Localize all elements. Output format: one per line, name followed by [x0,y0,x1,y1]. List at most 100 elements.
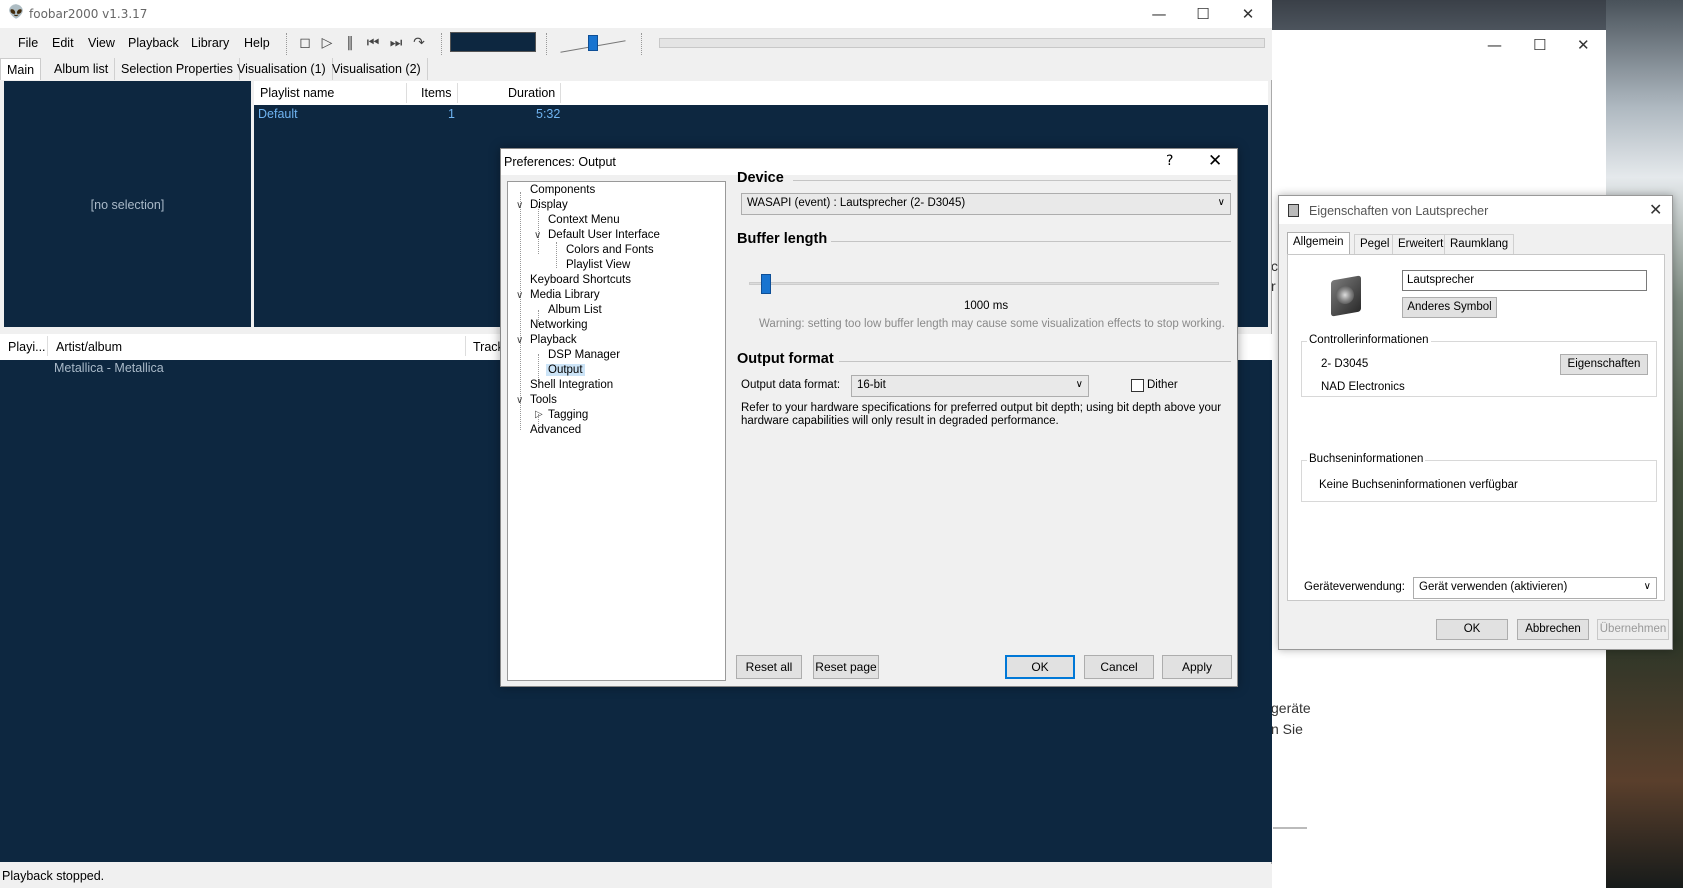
tree-item-default-user-interface[interactable]: Default User Interface [548,229,660,241]
menu-library[interactable]: Library [191,36,229,50]
tree-item-networking[interactable]: Networking [530,319,588,331]
toolbar-separator [641,33,642,55]
reset-page-button[interactable]: Reset page [813,655,879,679]
next-icon[interactable]: ⏭ [387,34,405,52]
group-row[interactable]: Metallica - Metallica [54,361,164,375]
status-bar: Playback stopped. [0,864,1272,888]
tab-raumklang[interactable]: Raumklang [1444,234,1515,255]
stop-icon[interactable]: ◻ [296,34,314,52]
tree-item-components[interactable]: Components [530,184,595,196]
column-artist-album[interactable]: Artist/album [56,340,122,354]
device-usage-label: Geräteverwendung: [1304,581,1406,593]
ok-button[interactable]: OK [1436,619,1508,640]
device-select[interactable]: WASAPI (event) : Lautsprecher (2- D3045)… [741,193,1231,215]
chevron-down-icon: ∨ [1217,197,1225,208]
menu-help[interactable]: Help [244,36,270,50]
chevron-down-icon[interactable]: ∨ [534,230,541,241]
chevron-down-icon[interactable]: ∨ [516,395,523,406]
device-usage-value: Gerät verwenden (aktivieren) [1419,581,1568,593]
menu-file[interactable]: File [18,36,38,50]
apply-button[interactable]: Übernehmen [1597,619,1669,640]
tree-item-display[interactable]: Display [530,199,568,211]
tree-item-shell-integration[interactable]: Shell Integration [530,379,613,391]
tab-erweitert[interactable]: Erweitert [1392,234,1450,255]
close-icon[interactable]: ✕ [1208,151,1222,171]
tree-item-context-menu[interactable]: Context Menu [548,214,620,226]
divider [831,241,1231,242]
tab-allgemein[interactable]: Allgemein [1287,232,1350,255]
tab-album-list[interactable]: Album list [48,58,116,80]
tab-selection-properties[interactable]: Selection Properties [115,58,240,80]
device-name-input[interactable]: Lautsprecher [1402,270,1647,291]
change-icon-button[interactable]: Anderes Symbol [1402,297,1497,318]
help-icon[interactable]: ? [1166,153,1173,169]
menu-playback[interactable]: Playback [128,36,179,50]
output-format-heading: Output format [737,351,834,367]
chevron-down-icon[interactable]: ∨ [516,200,523,211]
device-usage-select[interactable]: Gerät verwenden (aktivieren) ∨ [1413,577,1657,599]
divider [839,361,1231,362]
playlist-name-cell: Default [258,107,298,121]
apply-button[interactable]: Apply [1162,655,1232,679]
maximize-icon[interactable]: ☐ [1533,36,1546,54]
tab-visualisation-1[interactable]: Visualisation (1) [231,58,333,80]
tree-item-dsp-manager[interactable]: DSP Manager [548,349,620,361]
play-icon[interactable]: ▷ [318,34,336,52]
tab-main[interactable]: Main [0,58,42,80]
menu-view[interactable]: View [88,36,115,50]
menu-edit[interactable]: Edit [52,36,74,50]
toolbar-separator [441,33,442,55]
column-duration[interactable]: Duration [508,86,555,100]
column-playlist-name[interactable]: Playlist name [260,86,334,100]
chevron-down-icon[interactable]: ∨ [516,335,523,346]
jack-info-legend: Buchseninformationen [1307,453,1426,465]
maximize-icon[interactable]: ☐ [1188,4,1218,24]
minimize-icon[interactable]: — [1144,4,1174,24]
reset-all-button[interactable]: Reset all [736,655,802,679]
dither-checkbox[interactable] [1131,379,1144,392]
tab-pegel[interactable]: Pegel [1354,234,1396,255]
tab-visualisation-2[interactable]: Visualisation (2) [326,58,428,80]
window-title: foobar2000 v1.3.17 [29,7,148,21]
close-icon[interactable]: ✕ [1649,200,1662,219]
buffer-length-thumb[interactable] [761,274,771,294]
background-text: geräte [1271,700,1311,716]
column-items[interactable]: Items [421,86,452,100]
controller-properties-button[interactable]: Eigenschaften [1560,354,1648,375]
minimize-icon[interactable]: — [1487,36,1502,54]
tree-item-colors-and-fonts[interactable]: Colors and Fonts [566,244,654,256]
chevron-right-icon[interactable]: ▷ [535,409,543,420]
output-data-format-select[interactable]: 16-bit ∨ [851,375,1089,397]
volume-slider[interactable] [560,34,628,53]
toolbar-separator [546,33,547,55]
previous-icon[interactable]: ⏮ [364,34,382,52]
table-row[interactable]: Default 1 5:32 [254,105,1268,123]
seekbar[interactable] [659,38,1265,48]
foobar-logo-icon: 👽 [8,5,25,20]
cancel-button[interactable]: Abbrechen [1517,619,1589,640]
close-icon[interactable]: ✕ [1233,4,1263,24]
speaker-icon [1327,275,1365,317]
no-selection-label: [no selection] [90,198,165,212]
tree-item-output[interactable]: Output [546,364,585,376]
tree-item-tools[interactable]: Tools [530,394,557,406]
dialog-title-bar: Eigenschaften von Lautsprecher ✕ [1279,196,1672,224]
tree-item-tagging[interactable]: Tagging [548,409,588,421]
pause-icon[interactable]: ‖ [341,34,359,52]
column-playing[interactable]: Playi... [8,340,46,354]
close-icon[interactable]: ✕ [1577,36,1590,54]
cancel-button[interactable]: Cancel [1084,655,1154,679]
tree-item-playlist-view[interactable]: Playlist View [566,259,630,271]
tree-item-playback[interactable]: Playback [530,334,577,346]
tree-item-advanced[interactable]: Advanced [530,424,581,436]
tree-item-media-library[interactable]: Media Library [530,289,600,301]
volume-thumb[interactable] [588,35,598,51]
tree-item-album-list[interactable]: Album List [548,304,602,316]
column-divider [465,336,466,356]
random-icon[interactable]: ↷ [410,34,428,52]
buffer-length-track[interactable] [749,282,1219,285]
column-divider [457,83,458,103]
ok-button[interactable]: OK [1005,655,1075,679]
tree-item-keyboard-shortcuts[interactable]: Keyboard Shortcuts [530,274,631,286]
chevron-down-icon[interactable]: ∨ [516,290,523,301]
